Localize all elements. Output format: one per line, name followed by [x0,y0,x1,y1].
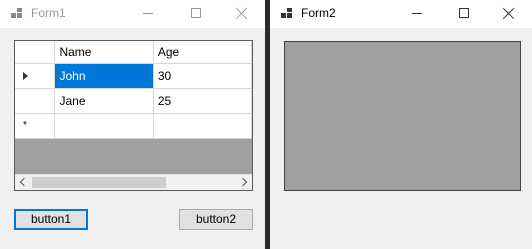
maximize-button[interactable] [441,0,487,28]
column-header-age[interactable]: Age [153,41,252,64]
column-header-name[interactable]: Name [54,41,154,64]
grid-top-left-header[interactable] [15,41,56,64]
button1[interactable]: button1 [14,209,88,230]
scroll-right-icon[interactable] [236,175,252,190]
row-header[interactable] [15,88,56,114]
scroll-left-icon[interactable] [15,175,31,190]
close-icon [236,7,248,19]
grid-table: Name Age John 30 Jane 25 * [15,41,252,139]
scrollbar-thumb[interactable] [32,177,166,188]
minimize-icon [412,13,422,14]
maximize-icon [459,8,469,18]
grid-cell-name[interactable]: John [54,63,154,89]
form2-title: Form2 [301,6,336,20]
maximize-icon [191,8,201,18]
table-row[interactable]: Jane 25 [15,88,252,114]
close-button[interactable] [219,0,265,28]
form2-window: Form2 [270,0,532,249]
minimize-button[interactable] [394,0,440,28]
button2[interactable]: button2 [179,209,253,230]
grid-cell-age[interactable]: 25 [153,88,252,114]
horizontal-scrollbar[interactable] [15,174,252,190]
grid-cell-name[interactable] [54,113,154,139]
new-row[interactable]: * [15,113,252,139]
new-row-icon: * [23,119,27,131]
close-button[interactable] [486,0,532,28]
minimize-icon [143,13,153,14]
close-icon [503,7,515,19]
grid-cell-age[interactable]: 30 [153,63,252,89]
form1-title: Form1 [31,6,66,20]
grid-cell-age[interactable] [153,113,252,139]
grid-cell-name[interactable]: Jane [54,88,154,114]
gray-panel [284,41,521,191]
app-icon[interactable] [281,8,293,20]
form2-titlebar[interactable]: Form2 [270,0,532,28]
form1-window: Form1 Name Age John 30 Jane 25 * button1… [0,0,265,249]
data-grid[interactable]: Name Age John 30 Jane 25 * [14,40,253,191]
arrow-right-icon [23,71,28,80]
table-row[interactable]: John 30 [15,63,252,89]
maximize-button[interactable] [173,0,219,28]
minimize-button[interactable] [125,0,171,28]
grid-header-row: Name Age [15,41,252,64]
row-header[interactable] [15,63,56,89]
app-icon[interactable] [11,8,23,20]
row-header[interactable]: * [15,113,56,139]
form1-titlebar[interactable]: Form1 [0,0,265,28]
